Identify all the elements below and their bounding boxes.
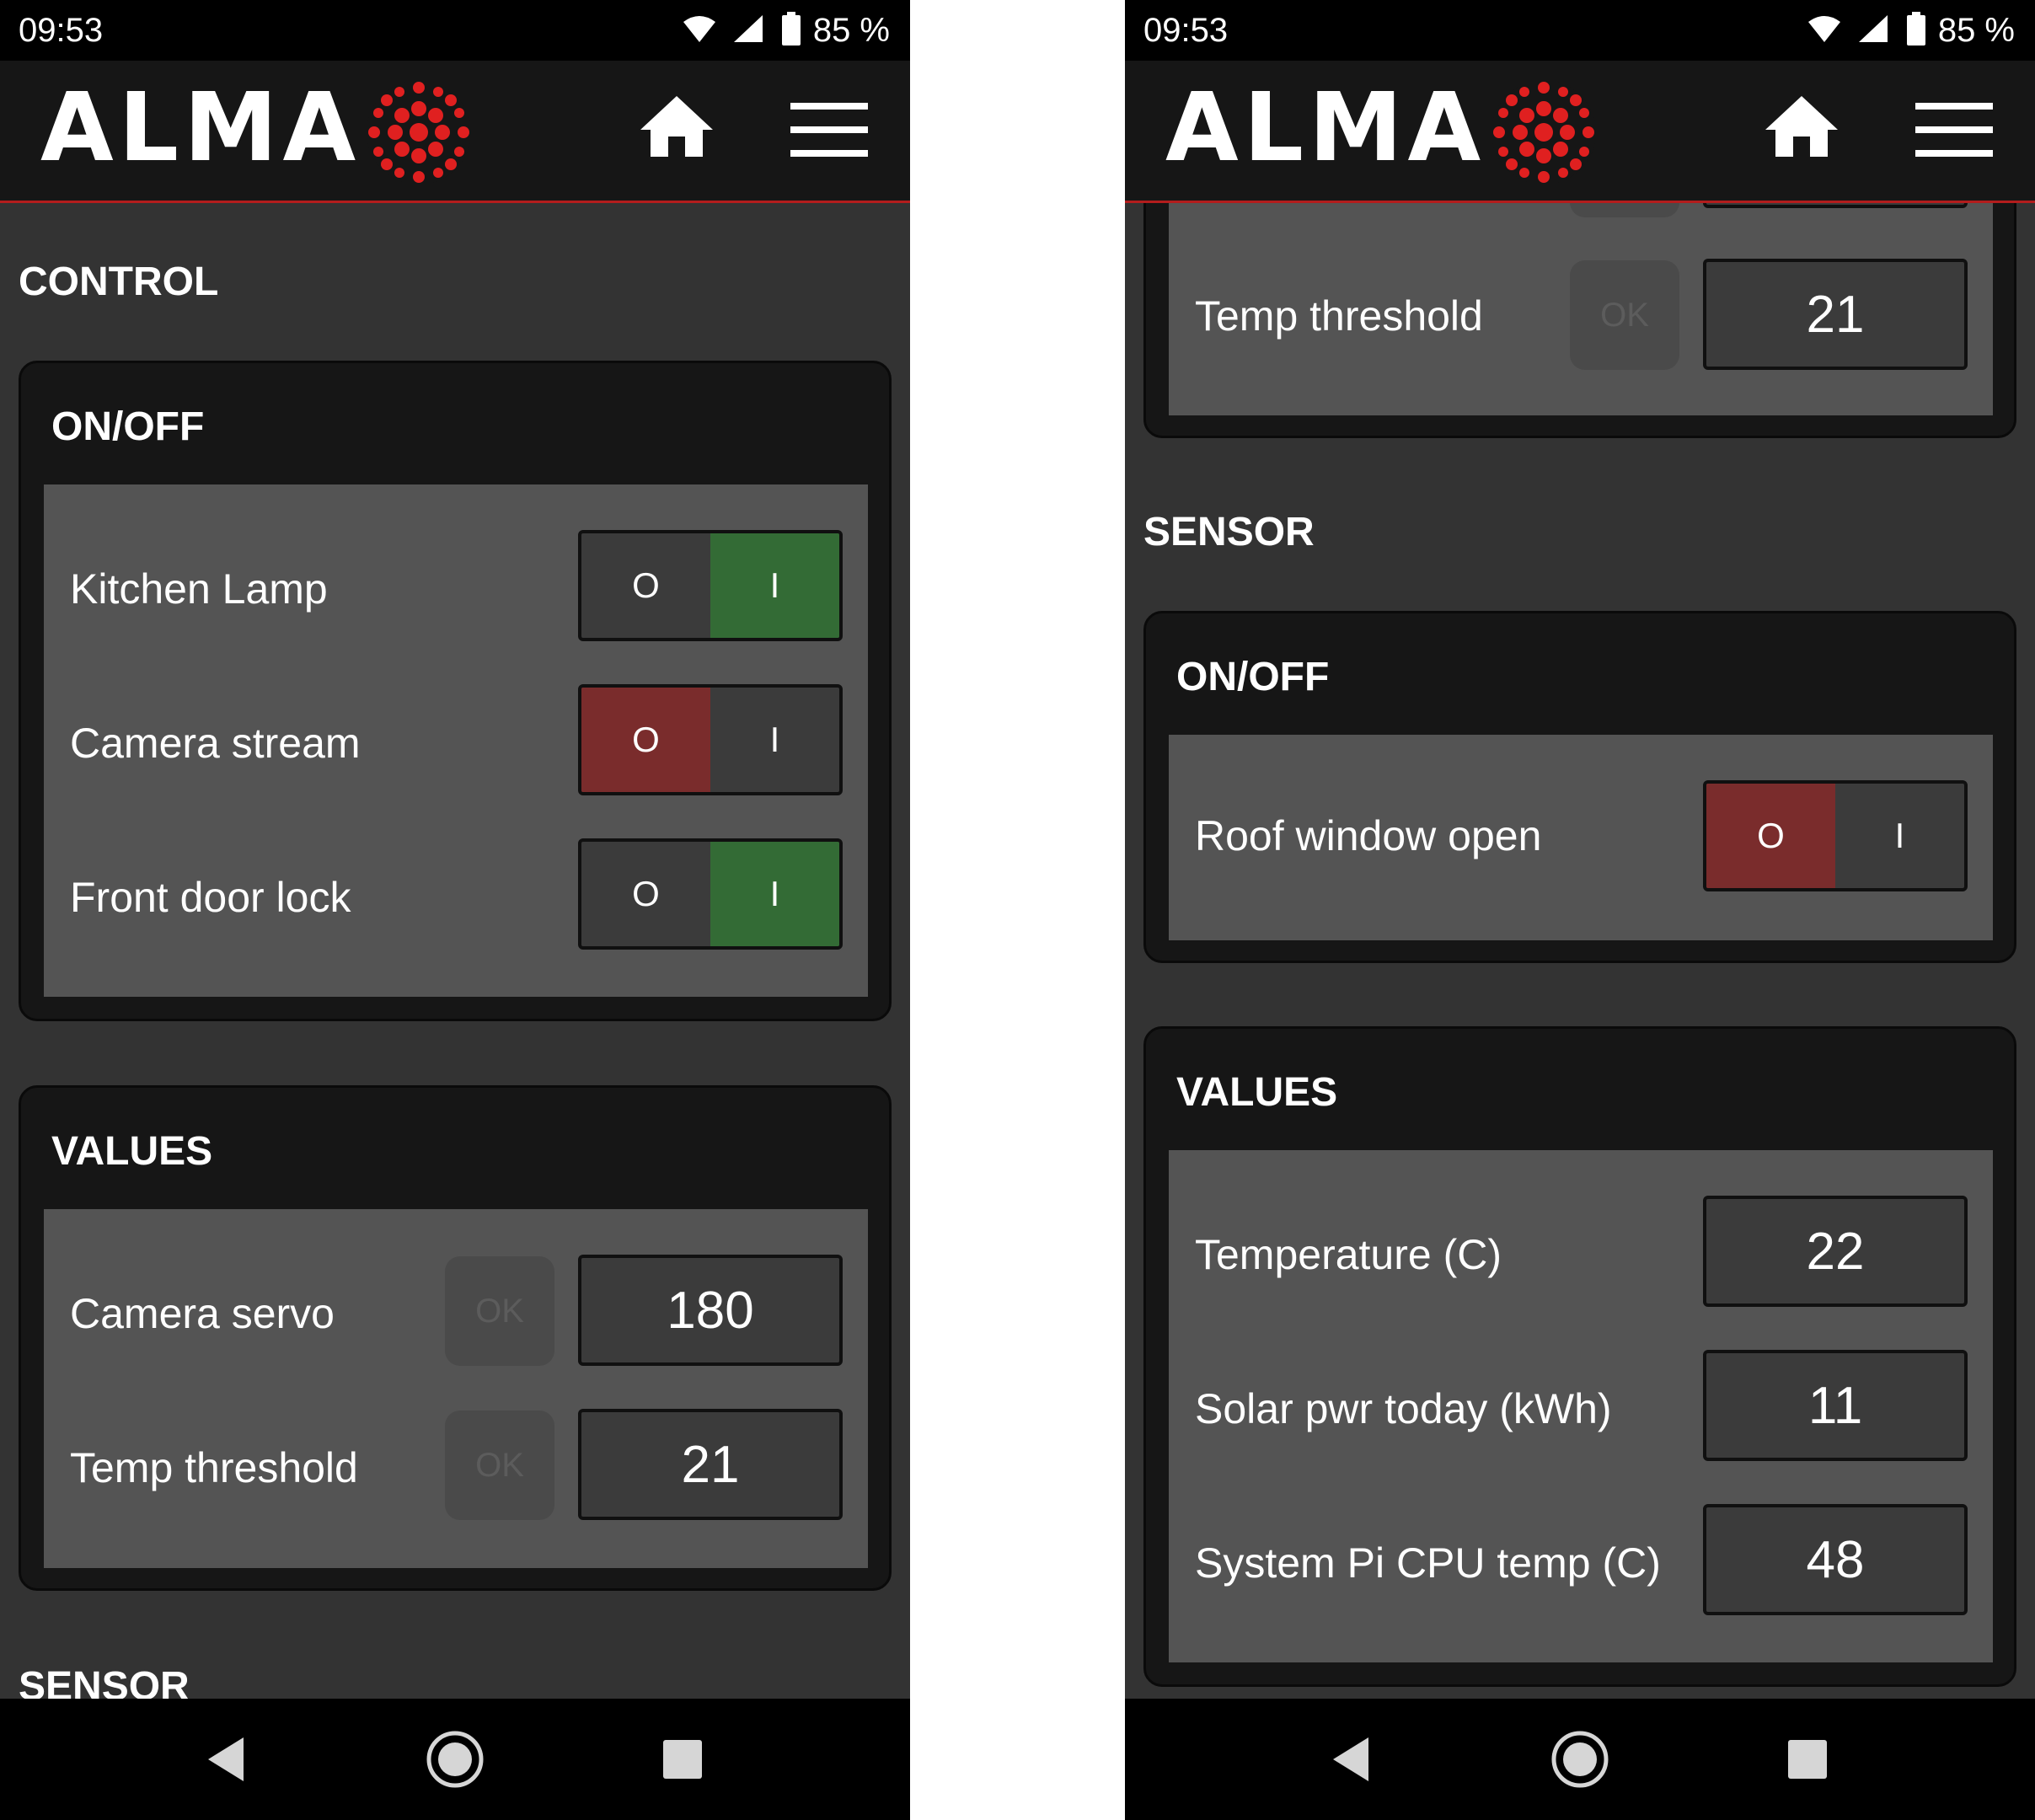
app-header: ALMA [1125,61,2035,203]
system-nav-bar [0,1699,910,1820]
sensor-onoff-card: ON/OFF Roof window open O I [1143,611,2016,963]
alma-logo-ball-icon [1489,78,1599,191]
battery-percent: 85 % [1937,11,2015,49]
value-input-temp-threshold[interactable]: 21 [578,1409,843,1520]
row-label: Temperature (C) [1195,1231,1502,1278]
value-input-camera-servo[interactable]: 180 [578,1255,843,1366]
ok-button[interactable]: OK [445,1256,554,1366]
values-card-body: Camera servo OK 180 Temp threshold OK 21 [44,1209,868,1568]
alma-logo-ball-icon [364,78,474,191]
nav-back-button[interactable] [1300,1699,1401,1820]
wifi-icon [680,13,731,48]
toggle-on-option[interactable]: I [1835,784,1964,888]
menu-button[interactable] [1915,103,1993,161]
content-area: CONTROL ON/OFF Kitchen Lamp O I Camera s… [0,0,910,1820]
home-icon [1765,96,1838,157]
toggle-off-option[interactable]: O [581,842,710,946]
value-display-temperature: 22 [1703,1196,1968,1307]
home-icon [640,96,713,157]
nav-home-button[interactable] [404,1699,506,1820]
status-time: 09:53 [1143,12,1229,49]
nav-back-button[interactable] [175,1699,276,1820]
toggle-front-door-lock[interactable]: O I [578,838,843,950]
row-label: Camera stream [70,720,361,767]
phone-screen-left: 09:53 85 % ALMA CONTROL ON/OFF Kitchen L… [0,0,910,1820]
toggle-on-option[interactable]: I [710,842,839,946]
signal-icon [1856,13,1906,48]
signal-icon [731,13,781,48]
card-title-values: VALUES [1176,1070,1338,1115]
recents-square-icon [1788,1740,1827,1779]
toggle-off-option[interactable]: O [581,688,710,792]
value-input-temp-threshold[interactable]: 21 [1703,259,1968,370]
values-card: VALUES Camera servo OK 180 Temp threshol… [19,1085,892,1591]
nav-recents-button[interactable] [632,1699,733,1820]
content-area: Temp threshold OK 21 SENSOR ON/OFF Roof … [1125,0,2035,1820]
row-label: System Pi CPU temp (C) [1195,1539,1661,1587]
ok-button[interactable]: OK [1570,260,1679,370]
sensor-values-card-body: Temperature (C) 22 Solar pwr today (kWh)… [1169,1150,1993,1662]
toggle-camera-stream[interactable]: O I [578,684,843,795]
toggle-off-option[interactable]: O [581,533,710,638]
app-header: ALMA [0,61,910,203]
card-title-onoff: ON/OFF [51,404,205,449]
status-time: 09:53 [19,12,104,49]
back-triangle-icon [208,1737,244,1781]
section-title-sensor: SENSOR [1143,510,1315,554]
value-display-solar-power: 11 [1703,1350,1968,1461]
wifi-icon [1805,13,1856,48]
battery-icon [781,11,813,50]
ok-button[interactable]: OK [445,1410,554,1520]
toggle-on-option[interactable]: I [710,688,839,792]
status-bar: 09:53 85 % [0,0,910,61]
system-nav-bar [1125,1699,2035,1820]
home-button[interactable] [639,93,715,164]
nav-recents-button[interactable] [1757,1699,1858,1820]
hamburger-menu-icon [790,103,868,157]
sensor-onoff-card-body: Roof window open O I [1169,735,1993,940]
logo-text: ALMA [40,73,361,183]
home-circle-icon [426,1731,484,1788]
logo-text: ALMA [1165,73,1486,183]
toggle-roof-window-open[interactable]: O I [1703,780,1968,891]
row-label: Camera servo [70,1290,335,1337]
card-title-values: VALUES [51,1129,213,1174]
value-display-cpu-temp: 48 [1703,1504,1968,1615]
toggle-on-option[interactable]: I [710,533,839,638]
home-button[interactable] [1764,93,1840,164]
recents-square-icon [663,1740,702,1779]
toggle-kitchen-lamp[interactable]: O I [578,530,843,641]
menu-button[interactable] [790,103,868,161]
onoff-card: ON/OFF Kitchen Lamp O I Camera stream O … [19,361,892,1021]
toggle-off-option[interactable]: O [1706,784,1835,888]
back-triangle-icon [1333,1737,1368,1781]
nav-home-button[interactable] [1529,1699,1631,1820]
hamburger-menu-icon [1915,103,1993,157]
battery-percent: 85 % [812,11,890,49]
row-label: Temp threshold [70,1444,358,1491]
home-circle-icon [1551,1731,1609,1788]
phone-screen-right: 09:53 85 % ALMA Temp threshold OK 21 SEN… [1125,0,2035,1820]
battery-icon [1906,11,1938,50]
row-label: Roof window open [1195,812,1542,859]
row-label: Front door lock [70,874,351,921]
sensor-values-card: VALUES Temperature (C) 22 Solar pwr toda… [1143,1026,2016,1687]
row-label: Solar pwr today (kWh) [1195,1385,1612,1432]
card-title-onoff: ON/OFF [1176,655,1330,699]
onoff-card-body: Kitchen Lamp O I Camera stream O I Front… [44,484,868,997]
row-label: Temp threshold [1195,292,1483,340]
section-title-control: CONTROL [19,260,219,304]
row-label: Kitchen Lamp [70,565,328,613]
status-bar: 09:53 85 % [1125,0,2035,61]
